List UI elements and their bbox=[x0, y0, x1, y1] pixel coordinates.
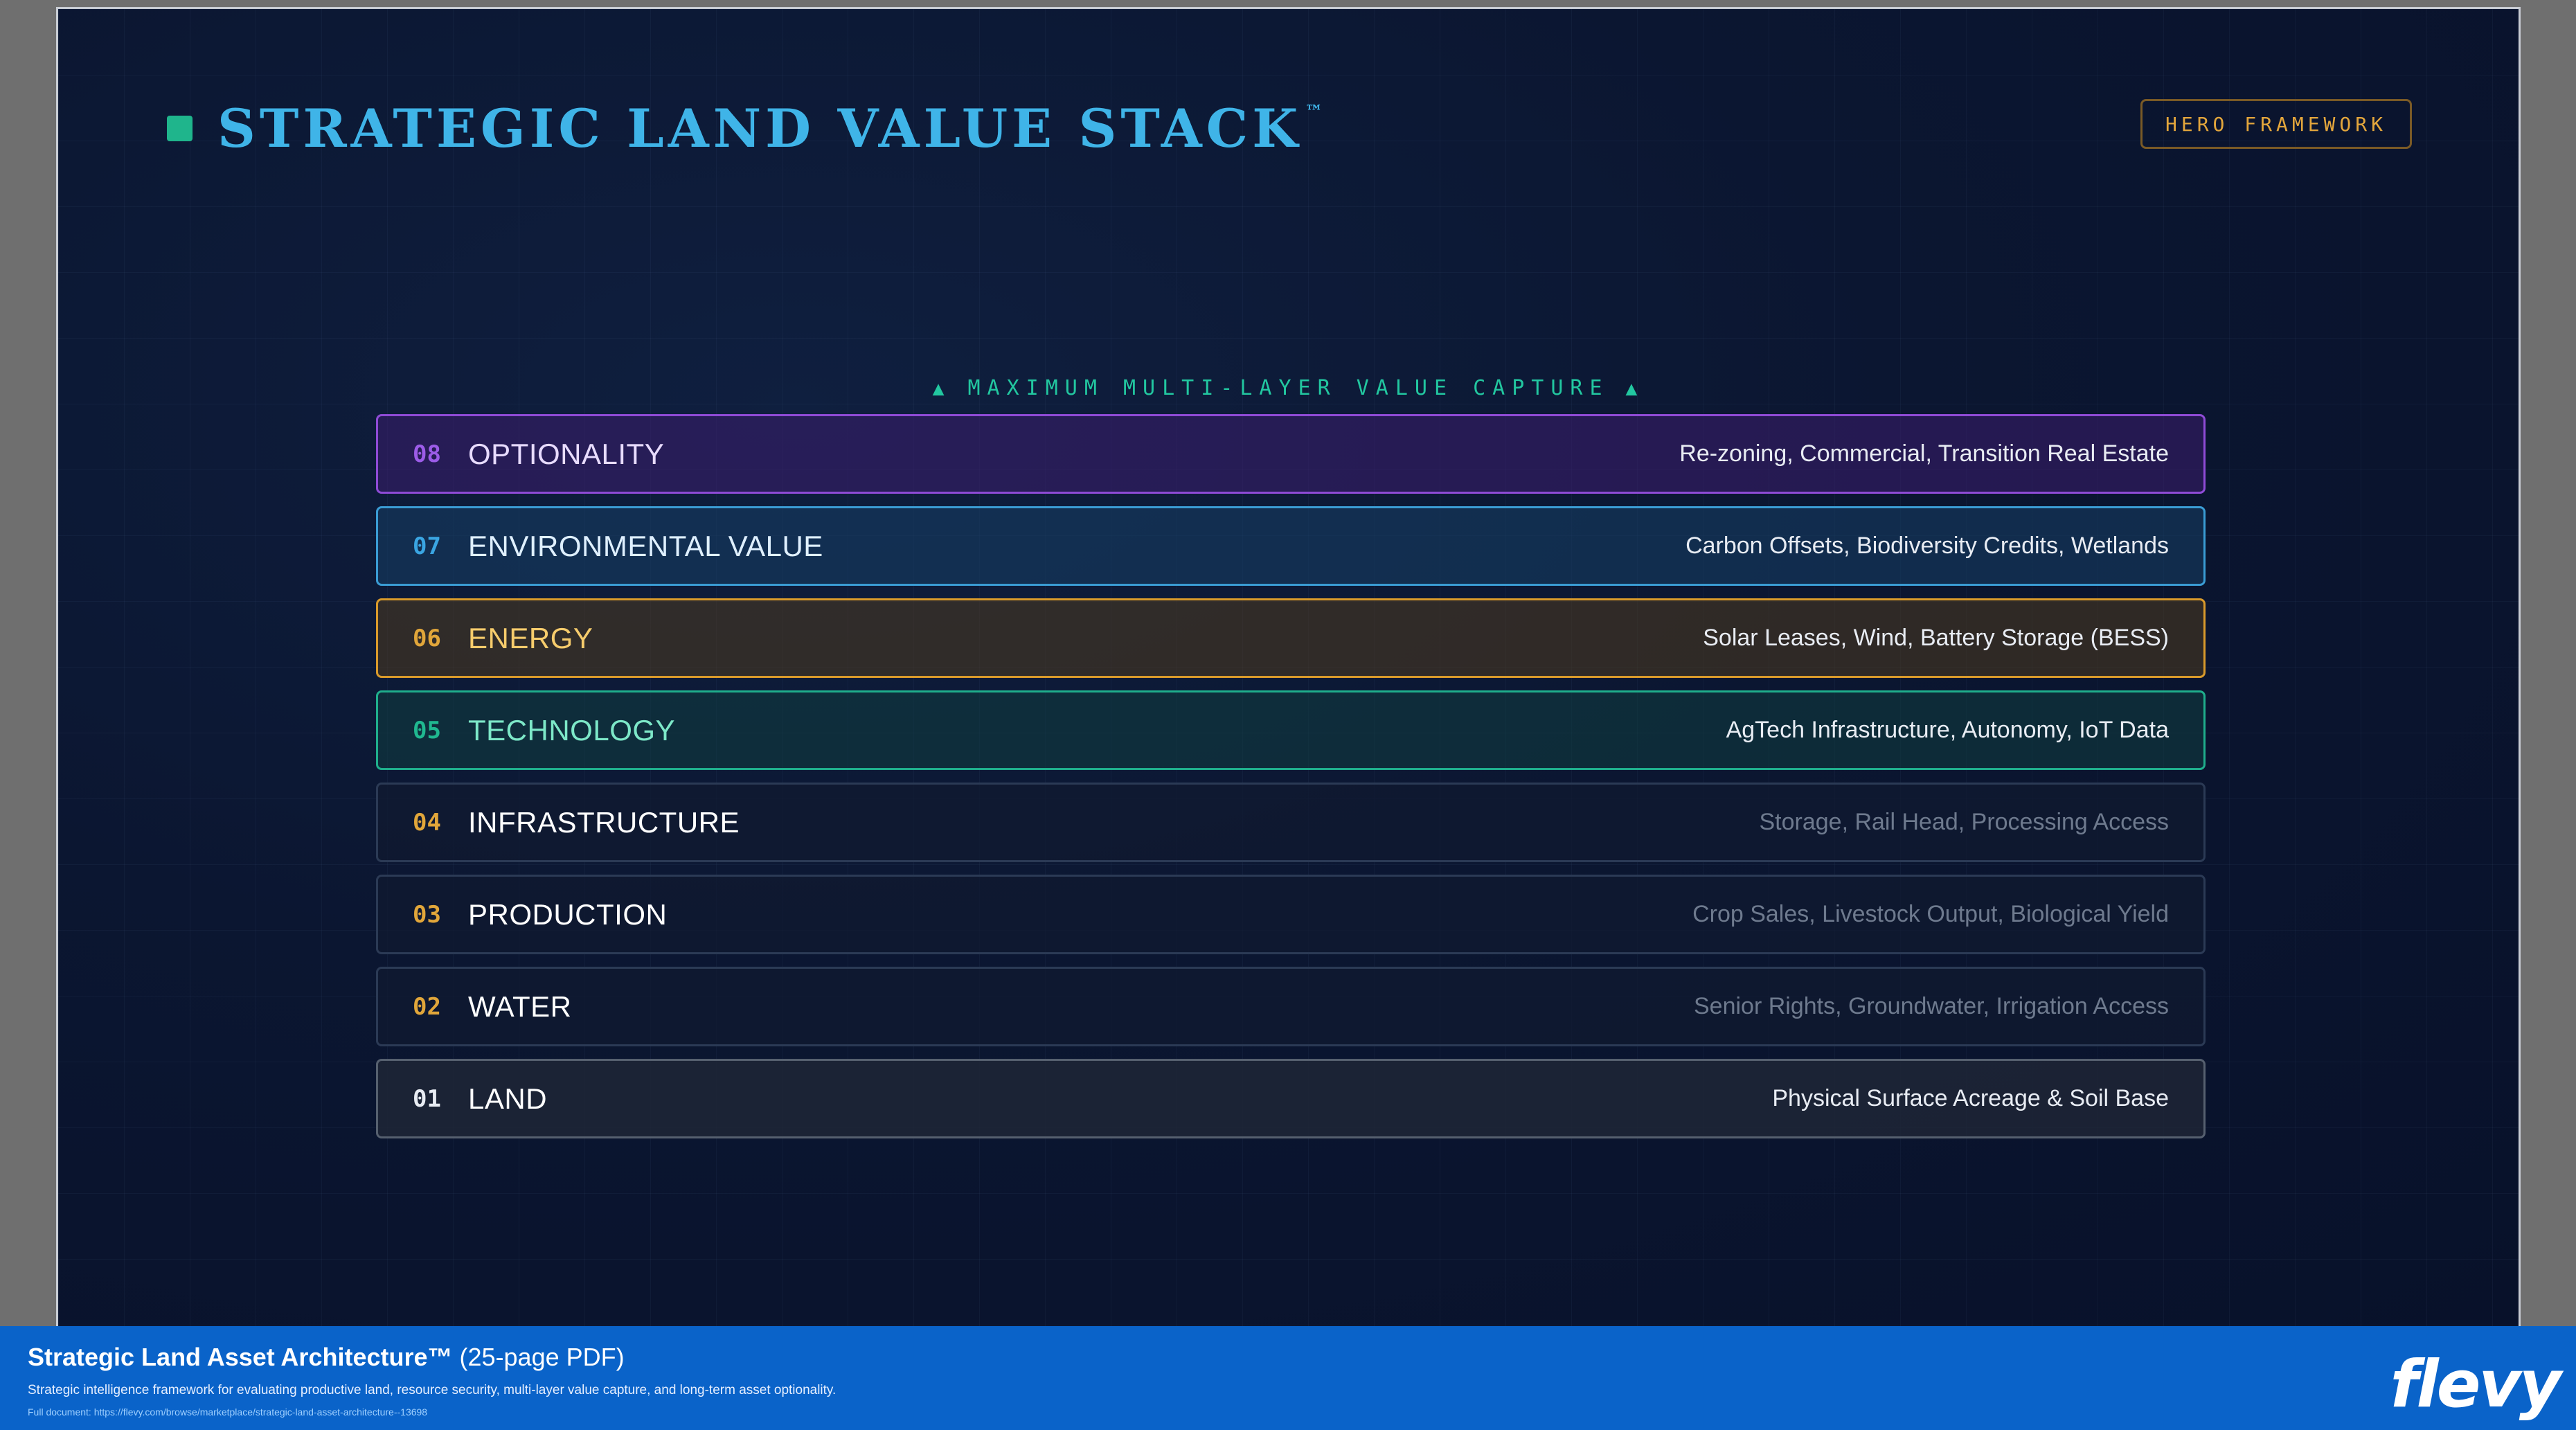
layer-description: Storage, Rail Head, Processing Access bbox=[1759, 809, 2169, 835]
footer-title: Strategic Land Asset Architecture™ (25-p… bbox=[28, 1343, 625, 1371]
capture-label: ▲ MAXIMUM MULTI-LAYER VALUE CAPTURE ▲ bbox=[58, 376, 2519, 400]
layer-number: 08 bbox=[413, 440, 441, 468]
layer-description: Crop Sales, Livestock Output, Biological… bbox=[1692, 901, 2169, 927]
layer-infrastructure: 04 INFRASTRUCTURE Storage, Rail Head, Pr… bbox=[376, 783, 2206, 862]
layer-number: 03 bbox=[413, 900, 441, 929]
document-footer-banner: Strategic Land Asset Architecture™ (25-p… bbox=[0, 1326, 2576, 1430]
layer-number: 05 bbox=[413, 716, 441, 744]
layer-number: 02 bbox=[413, 992, 441, 1021]
capture-label-text: MAXIMUM MULTI-LAYER VALUE CAPTURE bbox=[967, 376, 1609, 400]
layer-name: OPTIONALITY bbox=[468, 437, 665, 470]
layer-description: Senior Rights, Groundwater, Irrigation A… bbox=[1694, 993, 2169, 1019]
square-bullet-icon bbox=[167, 116, 193, 141]
layer-name: PRODUCTION bbox=[468, 897, 668, 931]
layer-number: 06 bbox=[413, 624, 441, 652]
layer-description: AgTech Infrastructure, Autonomy, IoT Dat… bbox=[1726, 717, 2169, 743]
layer-land: 01 LAND Physical Surface Acreage & Soil … bbox=[376, 1059, 2206, 1138]
layer-number: 01 bbox=[413, 1084, 441, 1113]
layer-technology: 05 TECHNOLOGY AgTech Infrastructure, Aut… bbox=[376, 690, 2206, 770]
trademark-mark: ™ bbox=[1305, 102, 1323, 123]
layer-description: Re-zoning, Commercial, Transition Real E… bbox=[1679, 440, 2169, 467]
footer-page-count: (25-page PDF) bbox=[459, 1343, 625, 1371]
triangle-up-icon: ▲ bbox=[1625, 377, 1645, 400]
layer-name: LAND bbox=[468, 1082, 548, 1115]
title-row: STRATEGIC LAND VALUE STACK ™ bbox=[167, 98, 1323, 159]
flevy-logo[interactable]: flevy bbox=[2390, 1347, 2561, 1422]
layer-name: ENERGY bbox=[468, 621, 593, 654]
triangle-up-icon: ▲ bbox=[932, 377, 951, 400]
layer-number: 04 bbox=[413, 808, 441, 837]
layer-name: WATER bbox=[468, 990, 572, 1023]
slide: STRATEGIC LAND VALUE STACK ™ HERO FRAMEWO… bbox=[56, 7, 2521, 1326]
value-stack: 08 OPTIONALITY Re-zoning, Commercial, Tr… bbox=[376, 414, 2206, 1151]
layer-water: 02 WATER Senior Rights, Groundwater, Irr… bbox=[376, 967, 2206, 1046]
layer-production: 03 PRODUCTION Crop Sales, Livestock Outp… bbox=[376, 875, 2206, 954]
footer-document-link[interactable]: Full document: https://flevy.com/browse/… bbox=[28, 1406, 427, 1418]
document-viewer: STRATEGIC LAND VALUE STACK ™ HERO FRAMEWO… bbox=[0, 0, 2576, 1430]
slide-title: STRATEGIC LAND VALUE STACK ™ bbox=[217, 98, 1323, 159]
layer-description: Physical Surface Acreage & Soil Base bbox=[1772, 1085, 2169, 1111]
layer-energy: 06 ENERGY Solar Leases, Wind, Battery St… bbox=[376, 598, 2206, 678]
layer-name: ENVIRONMENTAL VALUE bbox=[468, 529, 823, 562]
layer-number: 07 bbox=[413, 532, 441, 560]
layer-description: Solar Leases, Wind, Battery Storage (BES… bbox=[1703, 625, 2169, 651]
layer-description: Carbon Offsets, Biodiversity Credits, We… bbox=[1685, 533, 2169, 559]
layer-environmental-value: 07 ENVIRONMENTAL VALUE Carbon Offsets, B… bbox=[376, 506, 2206, 586]
footer-subtitle: Strategic intelligence framework for eva… bbox=[28, 1383, 837, 1397]
layer-name: TECHNOLOGY bbox=[468, 713, 676, 747]
layer-optionality: 08 OPTIONALITY Re-zoning, Commercial, Tr… bbox=[376, 414, 2206, 494]
layer-name: INFRASTRUCTURE bbox=[468, 805, 740, 839]
hero-framework-badge: HERO FRAMEWORK bbox=[2140, 99, 2412, 149]
